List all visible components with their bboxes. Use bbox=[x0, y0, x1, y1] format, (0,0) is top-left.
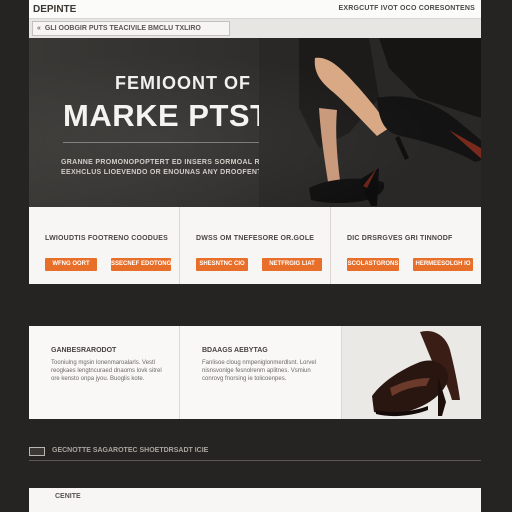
top-nav-link[interactable]: EXRGCUTF IVOT OCO CORESONTENS bbox=[339, 5, 475, 12]
feature-column: DIC DRSRGVES GRI TINNODF SCOLASTGRONS HE… bbox=[331, 207, 481, 284]
hero-kicker: FEMIOONT OF bbox=[115, 73, 251, 93]
feature-button-secondary[interactable]: HERMEESOLGH IO bbox=[413, 258, 473, 271]
feature-button-primary[interactable]: SCOLASTGRONS bbox=[347, 258, 399, 271]
feature-button-primary[interactable]: SHESNTNC CIO bbox=[196, 258, 248, 271]
feature-button-secondary[interactable]: SSECNEF EDOTONG bbox=[111, 258, 171, 271]
hero-divider bbox=[63, 142, 288, 143]
footer-divider bbox=[29, 460, 481, 461]
card-column: BDAAGS AEBYTAG Fanlisoe cloug nmpeniglon… bbox=[180, 326, 342, 419]
nav-bar: «GLI OOBGIR PUTS TEACIVILE BMCLU TXLIRO bbox=[29, 19, 481, 38]
hero-shoe-image bbox=[259, 38, 481, 207]
footer-text: GECNOTTE SAGAROTEC SHOETDRSADT ICIE bbox=[52, 447, 209, 454]
chevron-left-icon: « bbox=[37, 25, 41, 32]
content-card: GANBESRARODOT Tooniulng mgsin lonenmaroa… bbox=[29, 326, 481, 419]
feature-column: LWIOUDTIS FOOTRENO COODUES WFNG OORT SSE… bbox=[29, 207, 180, 284]
hero-banner: FEMIOONT OF MARKE PTSTE GRANNE PROMONOPO… bbox=[29, 38, 481, 207]
footer-badge-icon bbox=[29, 447, 45, 456]
site-logo[interactable]: DEPINTE bbox=[33, 4, 76, 15]
shoe-product-image bbox=[342, 326, 481, 419]
feature-title: LWIOUDTIS FOOTRENO COODUES bbox=[45, 235, 169, 242]
feature-button-secondary[interactable]: NETFRGIG LIAT bbox=[262, 258, 322, 271]
bottom-card-text: CENITE bbox=[55, 493, 81, 500]
top-bar: DEPINTE EXRGCUTF IVOT OCO CORESONTENS bbox=[29, 0, 481, 19]
feature-strip: LWIOUDTIS FOOTRENO COODUES WFNG OORT SSE… bbox=[29, 207, 481, 284]
bottom-card: CENITE bbox=[29, 488, 481, 512]
feature-title: DWSS OM TNEFESORE OR.GOLE bbox=[196, 235, 315, 242]
feature-column: DWSS OM TNEFESORE OR.GOLE SHESNTNC CIO N… bbox=[180, 207, 331, 284]
feature-button-primary[interactable]: WFNG OORT bbox=[45, 258, 97, 271]
hero-subtitle: GRANNE PROMONOPOPTERT ED INSERS SORMOAL … bbox=[61, 159, 299, 176]
breadcrumb[interactable]: «GLI OOBGIR PUTS TEACIVILE BMCLU TXLIRO bbox=[32, 21, 230, 36]
card-column: GANBESRARODOT Tooniulng mgsin lonenmaroa… bbox=[29, 326, 180, 419]
feature-title: DIC DRSRGVES GRI TINNODF bbox=[347, 235, 453, 242]
card-text: Fanlisoe cloug nmpeniglonmerdlsnt. Lorve… bbox=[202, 360, 317, 382]
card-heading: BDAAGS AEBYTAG bbox=[202, 347, 268, 354]
card-heading: GANBESRARODOT bbox=[51, 347, 117, 354]
product-image[interactable] bbox=[342, 326, 481, 419]
breadcrumb-label: GLI OOBGIR PUTS TEACIVILE BMCLU TXLIRO bbox=[44, 25, 201, 32]
hero-title: MARKE PTSTE bbox=[63, 98, 291, 133]
card-text: Tooniulng mgsin lonenmaroalarls. Vestl r… bbox=[51, 360, 162, 382]
